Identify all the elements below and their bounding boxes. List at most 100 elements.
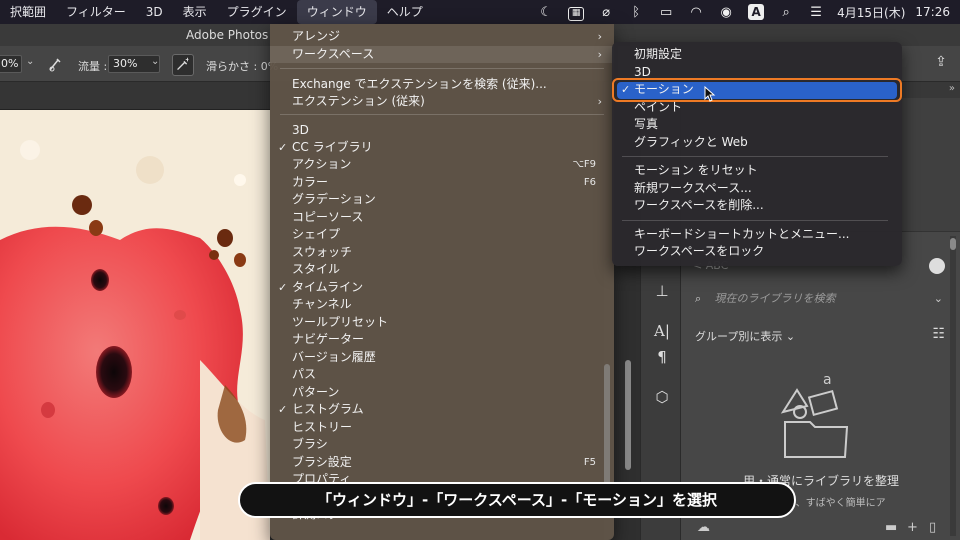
- moon-icon[interactable]: ☾: [531, 5, 561, 20]
- paragraph-icon[interactable]: ¶: [651, 346, 673, 368]
- window-menu: アレンジ › ワークスペース › Exchange でエクステンションを検索 (従来).…: [270, 24, 614, 540]
- window-menu-item-label: ブラシ: [292, 437, 328, 451]
- workspace-menu-item[interactable]: ワークスペースをロック: [612, 243, 902, 260]
- share-icon[interactable]: ⇪: [930, 54, 952, 76]
- window-menu-item[interactable]: スウォッチ: [270, 244, 614, 261]
- menu-help[interactable]: ヘルプ: [377, 0, 433, 24]
- workspace-menu-item-label: 初期設定: [634, 47, 683, 61]
- window-menu-item[interactable]: シェイプ: [270, 226, 614, 243]
- menu-plugins[interactable]: プラグイン: [217, 0, 297, 24]
- library-footer: ☁ ▬ + ▯: [681, 518, 960, 540]
- add-icon[interactable]: +: [907, 520, 918, 535]
- menubar-time[interactable]: 17:26: [911, 5, 960, 19]
- memory-icon[interactable]: ▦: [561, 4, 591, 21]
- menu-view[interactable]: 表示: [173, 0, 217, 24]
- workspace-menu-item[interactable]: モーション をリセット: [612, 162, 902, 179]
- smoothing-label[interactable]: 滑らかさ : 0%: [206, 58, 278, 74]
- user-icon[interactable]: ◉: [711, 5, 741, 20]
- search-icon[interactable]: ⌕: [771, 5, 801, 20]
- opacity-field[interactable]: 0%: [0, 55, 22, 73]
- list-view-icon[interactable]: ☷: [932, 326, 945, 342]
- window-menu-item[interactable]: スタイル: [270, 261, 614, 278]
- scroll-thumb[interactable]: [950, 238, 956, 250]
- document-tab-strip: [0, 82, 270, 110]
- panel-scrollbar[interactable]: [950, 236, 956, 536]
- menu-filter[interactable]: フィルター: [56, 0, 136, 24]
- pressure-opacity-icon[interactable]: [44, 54, 66, 76]
- window-menu-item-label: コピーソース: [292, 210, 364, 224]
- shortcut-label: F6: [583, 177, 596, 188]
- clone-source-icon[interactable]: ⊥: [651, 280, 673, 302]
- window-menu-item-label: アレンジ: [292, 29, 341, 43]
- window-menu-item[interactable]: ツールプリセット: [270, 314, 614, 331]
- chevron-down-icon[interactable]: ⌄: [151, 56, 159, 67]
- airbrush-icon[interactable]: [172, 54, 194, 76]
- battery-icon[interactable]: ▭: [651, 5, 681, 20]
- menubar: 択範囲 フィルター 3D 表示 プラグイン ウィンドウ ヘルプ ☾ ▦ ⌀ ᛒ …: [0, 0, 960, 24]
- window-menu-item-label: グラデーション: [292, 192, 376, 206]
- cloud-icon[interactable]: ☁: [697, 520, 710, 535]
- trash-icon[interactable]: ▯: [929, 520, 936, 535]
- collaborators-icon[interactable]: [929, 258, 945, 274]
- character-icon[interactable]: A|: [651, 320, 673, 342]
- window-menu-item[interactable]: チャンネル: [270, 296, 614, 313]
- menu-select[interactable]: 択範囲: [0, 0, 56, 24]
- watermelon-image: [0, 110, 270, 540]
- window-menu-item[interactable]: バージョン履歴: [270, 349, 614, 366]
- window-menu-item[interactable]: ✓ ヒストグラム: [270, 401, 614, 418]
- 3d-cube-icon[interactable]: ⬡: [651, 386, 673, 408]
- workspace-menu-item[interactable]: ワークスペースを削除...: [612, 197, 902, 214]
- window-menu-item[interactable]: パターン: [270, 384, 614, 401]
- window-menu-item-label: ブラシ設定: [292, 455, 352, 469]
- workspace-menu-item[interactable]: 新規ワークスペース...: [612, 180, 902, 197]
- wifi-icon[interactable]: ◠: [681, 5, 711, 20]
- window-menu-item[interactable]: Exchange でエクステンションを検索 (従来)...: [270, 76, 614, 93]
- bluetooth-icon[interactable]: ᛒ: [621, 5, 651, 20]
- window-menu-item[interactable]: ✓ CC ライブラリ: [270, 139, 614, 156]
- menu-3d[interactable]: 3D: [136, 0, 173, 24]
- window-menu-item[interactable]: アレンジ ›: [270, 28, 614, 45]
- window-menu-item-label: ナビゲーター: [292, 332, 365, 346]
- window-menu-item-label: シェイプ: [292, 227, 341, 241]
- window-menu-item-label: エクステンション (従来): [292, 94, 425, 108]
- window-menu-item[interactable]: ナビゲーター: [270, 331, 614, 348]
- menu-separator: [280, 68, 604, 69]
- control-center-icon[interactable]: ☰: [801, 5, 831, 20]
- window-menu-item[interactable]: 3D: [270, 122, 614, 139]
- folder-icon[interactable]: ▬: [885, 520, 897, 535]
- window-menu-item[interactable]: ブラシ設定 F5: [270, 454, 614, 471]
- status-area: ☾ ▦ ⌀ ᛒ ▭ ◠ ◉ A ⌕ ☰ 4月15日(木) 17:26: [531, 0, 960, 24]
- window-menu-item[interactable]: カラー F6: [270, 174, 614, 191]
- workspace-menu-item[interactable]: キーボードショートカットとメニュー...: [612, 226, 902, 243]
- menubar-date[interactable]: 4月15日(木): [831, 4, 911, 21]
- workspace-menu-item[interactable]: 初期設定: [612, 46, 902, 63]
- workspace-menu-item-label: ワークスペースをロック: [634, 244, 765, 258]
- library-search-input[interactable]: ⌕ 現在のライブラリを検索: [695, 290, 945, 310]
- workspace-menu-item[interactable]: 写真: [612, 116, 902, 133]
- input-source-icon[interactable]: A: [741, 4, 771, 20]
- window-menu-item[interactable]: ✓ タイムライン: [270, 279, 614, 296]
- chevron-down-icon[interactable]: ⌄: [26, 56, 34, 67]
- menu-window[interactable]: ウィンドウ: [296, 0, 377, 24]
- window-menu-item-label: ヒストグラム: [292, 402, 364, 416]
- chevron-down-icon[interactable]: ⌄: [934, 292, 943, 305]
- workspace-item-selected[interactable]: ✓ モーション: [612, 81, 902, 98]
- window-menu-item[interactable]: ブラシ: [270, 436, 614, 453]
- window-menu-item[interactable]: ワークスペース ›: [270, 46, 614, 63]
- screen: 択範囲 フィルター 3D 表示 プラグイン ウィンドウ ヘルプ ☾ ▦ ⌀ ᛒ …: [0, 0, 960, 540]
- window-menu-item[interactable]: エクステンション (従来) ›: [270, 93, 614, 110]
- window-menu-item[interactable]: ヒストリー: [270, 419, 614, 436]
- collapse-panels-icon[interactable]: »: [949, 83, 955, 94]
- document-canvas[interactable]: [0, 110, 270, 540]
- canvas-scrollbar[interactable]: [625, 360, 631, 470]
- group-by-dropdown[interactable]: グループ別に表示 ⌄: [695, 328, 795, 344]
- workspace-menu-item[interactable]: ペイント: [612, 99, 902, 116]
- workspace-menu-item[interactable]: 3D: [612, 64, 902, 81]
- camera-off-icon[interactable]: ⌀: [591, 5, 621, 20]
- workspace-menu-item[interactable]: グラフィックと Web: [612, 134, 902, 151]
- window-menu-item[interactable]: コピーソース: [270, 209, 614, 226]
- workspace-menu-item-label: キーボードショートカットとメニュー...: [634, 227, 850, 241]
- window-menu-item[interactable]: グラデーション: [270, 191, 614, 208]
- window-menu-item[interactable]: アクション ⌥F9: [270, 156, 614, 173]
- window-menu-item[interactable]: パス: [270, 366, 614, 383]
